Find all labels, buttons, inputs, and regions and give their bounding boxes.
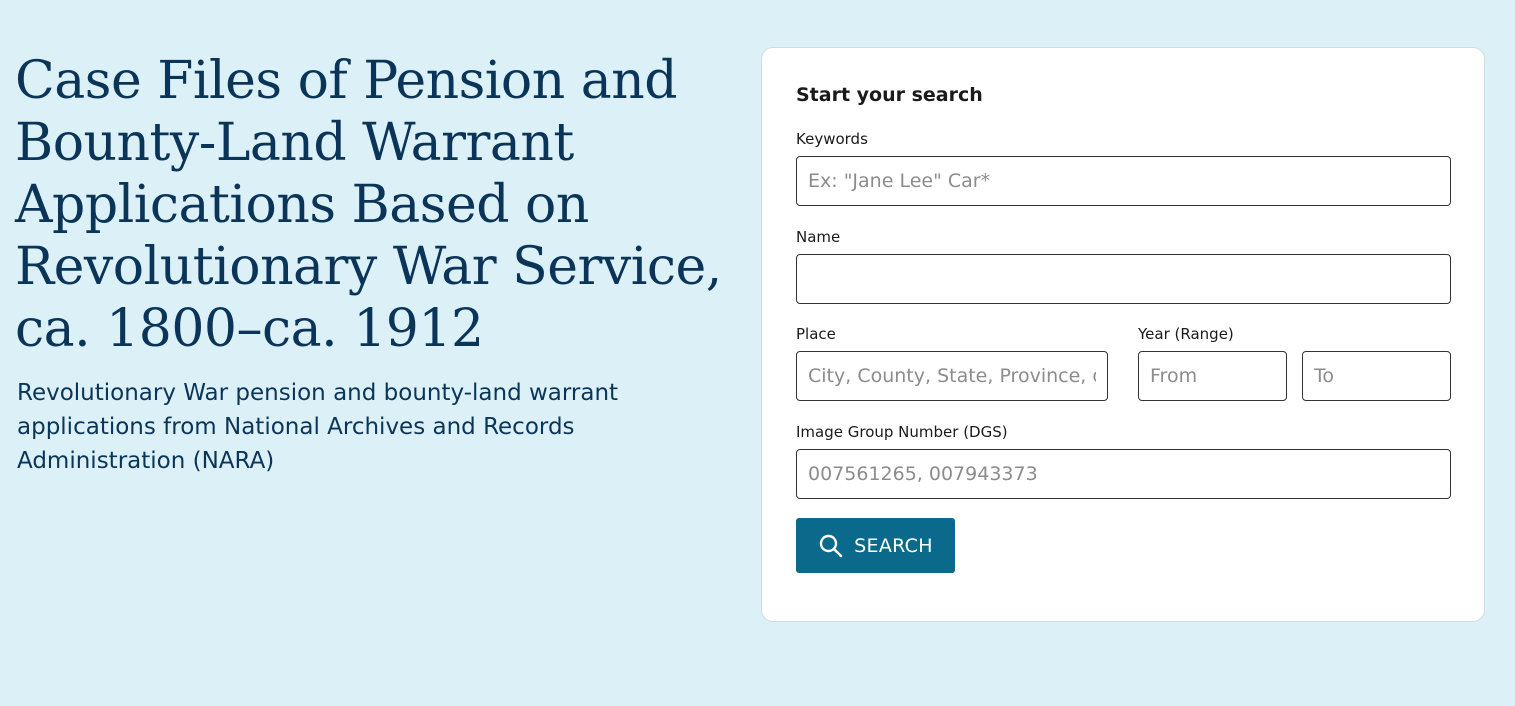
place-input[interactable] [796, 351, 1108, 401]
image-group-number-input[interactable] [796, 449, 1451, 499]
search-form-card: Start your search Keywords Name Place Ye… [761, 47, 1485, 622]
search-icon [818, 533, 844, 559]
keywords-label: Keywords [796, 130, 868, 148]
search-button[interactable]: SEARCH [796, 518, 955, 573]
year-range-label: Year (Range) [1138, 325, 1234, 343]
name-input[interactable] [796, 254, 1451, 304]
keywords-input[interactable] [796, 156, 1451, 206]
page-title: Case Files of Pension and Bounty-Land Wa… [15, 51, 722, 359]
page-subtitle: Revolutionary War pension and bounty-lan… [17, 380, 619, 474]
year-from-input[interactable] [1138, 351, 1287, 401]
name-label: Name [796, 228, 841, 246]
search-button-label: SEARCH [854, 534, 933, 557]
search-form-heading: Start your search [796, 84, 983, 106]
place-label: Place [796, 325, 836, 343]
image-group-number-label: Image Group Number (DGS) [796, 423, 1008, 441]
year-to-input[interactable] [1302, 351, 1451, 401]
hero-section: Case Files of Pension and Bounty-Land Wa… [15, 50, 735, 478]
